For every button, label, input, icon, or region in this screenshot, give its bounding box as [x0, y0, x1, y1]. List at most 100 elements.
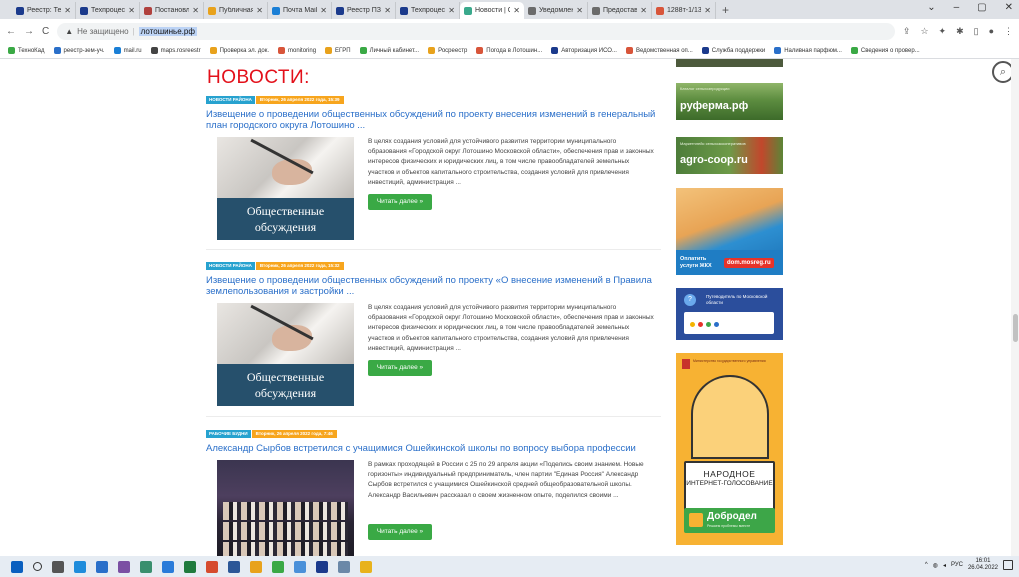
browser-tab[interactable]: Предоставлен✕: [588, 2, 652, 19]
category-badge[interactable]: РАБОЧИЕ БУДНИ: [206, 430, 251, 438]
bookmark-item[interactable]: Росреестр: [428, 47, 467, 54]
category-badge[interactable]: НОВОСТИ РАЙОНА: [206, 96, 255, 104]
tab-close-icon[interactable]: ✕: [128, 6, 135, 15]
banner-agro-coop[interactable]: Маркетплейс сельхозкооперативов agro-coo…: [676, 137, 783, 174]
banner-rufarma[interactable]: Каталог сельхозпродукции руферма.рф: [676, 83, 783, 120]
tab-close-icon[interactable]: ✕: [384, 6, 391, 15]
word-icon[interactable]: [228, 560, 240, 573]
bookmark-item[interactable]: Авторизация ИСО...: [551, 47, 617, 54]
chevron-up-icon[interactable]: ^: [925, 562, 928, 568]
browser-tab[interactable]: Техпроцесс: №✕: [76, 2, 140, 19]
browser-tab[interactable]: Реестр: Технол✕: [12, 2, 76, 19]
read-more-button[interactable]: Читать далее »: [368, 524, 432, 540]
app-icon[interactable]: [140, 560, 152, 573]
browser-tab[interactable]: Постановлени✕: [140, 2, 204, 19]
app-icon[interactable]: [338, 560, 350, 573]
browser-tab[interactable]: Уведомления✕: [524, 2, 588, 19]
tab-close-icon[interactable]: ✕: [192, 6, 199, 15]
bookmark-item[interactable]: Ведомственная оп...: [625, 47, 693, 54]
bookmark-item[interactable]: ЕГРП: [325, 47, 351, 54]
tab-close-icon[interactable]: ✕: [448, 6, 455, 15]
tab-search-icon[interactable]: ⌄: [927, 2, 935, 13]
app-icon[interactable]: [316, 560, 328, 573]
browser-tab[interactable]: Публичная кад✕: [204, 2, 268, 19]
browser-tab[interactable]: Почта Mail.ru✕: [268, 2, 332, 19]
minimize-icon[interactable]: –: [954, 2, 960, 13]
profile-icon[interactable]: ●: [989, 26, 994, 37]
security-label[interactable]: Не защищено: [77, 27, 128, 36]
mail-icon[interactable]: [96, 560, 108, 573]
tab-close-icon[interactable]: ✕: [576, 6, 583, 15]
scrollbar-thumb[interactable]: [1013, 314, 1018, 342]
sidebar-icon[interactable]: ▯: [974, 26, 979, 37]
new-tab-button[interactable]: +: [716, 2, 735, 19]
app-icon[interactable]: [118, 560, 130, 573]
tab-close-icon[interactable]: ✕: [640, 6, 647, 15]
forward-icon[interactable]: →: [24, 26, 34, 37]
clock[interactable]: 16:01 26.04.2022: [968, 558, 998, 572]
article-photo[interactable]: [217, 460, 354, 556]
url-text[interactable]: лотошинье.рф: [138, 26, 197, 36]
article-title-link[interactable]: Извещение о проведении общественных обсу…: [206, 275, 661, 297]
back-icon[interactable]: ←: [6, 26, 16, 37]
tab-title: Реестр: Технол: [27, 7, 62, 14]
article-title-link[interactable]: Извещение о проведении общественных обсу…: [206, 109, 661, 131]
start-icon[interactable]: [11, 560, 23, 573]
volume-icon[interactable]: ◂: [943, 562, 946, 569]
excel-icon[interactable]: [184, 560, 196, 573]
share-icon[interactable]: ⇪: [903, 26, 911, 37]
task-view-icon[interactable]: [52, 560, 64, 573]
bookmark-item[interactable]: Проверка эл. док.: [209, 47, 269, 54]
bookmark-item[interactable]: maps.rosreestr: [150, 47, 201, 54]
browser-tab[interactable]: Новости | Офи✕: [460, 2, 524, 19]
tab-close-icon[interactable]: ✕: [64, 6, 71, 15]
app-icon[interactable]: [74, 560, 86, 573]
puzzle-icon[interactable]: ✱: [956, 26, 964, 37]
article-image[interactable]: Общественные обсуждения: [217, 137, 354, 240]
language-indicator[interactable]: РУС: [951, 562, 963, 568]
bookmark-item[interactable]: ТехноКад: [8, 47, 45, 54]
extension-icon[interactable]: ✦: [939, 26, 947, 37]
tab-close-icon[interactable]: ✕: [704, 6, 711, 15]
bookmark-item[interactable]: Служба поддержки: [701, 47, 765, 54]
scrollbar[interactable]: [1011, 59, 1019, 556]
maximize-icon[interactable]: ▢: [977, 2, 986, 13]
chrome-icon[interactable]: [272, 560, 284, 573]
app-icon[interactable]: [250, 560, 262, 573]
banner-dom-mosreg[interactable]: Оплатить услуги ЖКХ dom.mosreg.ru: [676, 188, 783, 275]
app-icon[interactable]: [206, 560, 218, 573]
browser-tab[interactable]: Техпроцесс: 8✕: [396, 2, 460, 19]
app-icon[interactable]: [360, 560, 372, 573]
network-icon[interactable]: ◍: [933, 562, 938, 569]
tab-close-icon[interactable]: ✕: [256, 6, 263, 15]
article-image[interactable]: Общественные обсуждения: [217, 303, 354, 406]
bookmark-item[interactable]: monitoring: [278, 47, 316, 54]
bookmark-item[interactable]: реестр-зем-уч.: [53, 47, 105, 54]
bookmark-item[interactable]: Наливная парфюм...: [774, 47, 842, 54]
omnibox[interactable]: ▲ Не защищено | лотошинье.рф: [57, 22, 895, 40]
banner-partial[interactable]: [676, 59, 783, 67]
app-icon[interactable]: [162, 560, 174, 573]
search-icon[interactable]: [33, 562, 42, 571]
bookmark-item[interactable]: Личный кабинет...: [359, 47, 419, 54]
article-title-link[interactable]: Александр Сырбов встретился с учащимися …: [206, 443, 661, 454]
close-window-icon[interactable]: ✕: [1005, 2, 1013, 13]
browser-tab[interactable]: 1288т-1/13-30✕: [652, 2, 716, 19]
app-icon[interactable]: [294, 560, 306, 573]
bookmark-star-icon[interactable]: ☆: [920, 26, 928, 37]
banner-dobrodel[interactable]: Министерство государственного управления…: [676, 353, 783, 545]
read-more-button[interactable]: Читать далее »: [368, 194, 432, 210]
bookmark-item[interactable]: mail.ru: [113, 47, 142, 54]
browser-tab[interactable]: Реестр ПЗЗ✕: [332, 2, 396, 19]
tab-close-icon[interactable]: ✕: [320, 6, 327, 15]
menu-icon[interactable]: ⋮: [1004, 26, 1013, 37]
banner-putevoditel[interactable]: ? Путеводитель по Московской области: [676, 288, 783, 340]
reload-icon[interactable]: C: [42, 26, 49, 37]
bookmark-item[interactable]: Погода в Лотошин...: [476, 47, 542, 54]
category-badge[interactable]: НОВОСТИ РАЙОНА: [206, 262, 255, 270]
read-more-button[interactable]: Читать далее »: [368, 360, 432, 376]
tab-close-icon[interactable]: ✕: [513, 6, 520, 15]
notification-icon[interactable]: [1003, 560, 1013, 570]
warning-icon[interactable]: ▲: [65, 27, 73, 36]
bookmark-item[interactable]: Сведения о провер...: [850, 47, 920, 54]
